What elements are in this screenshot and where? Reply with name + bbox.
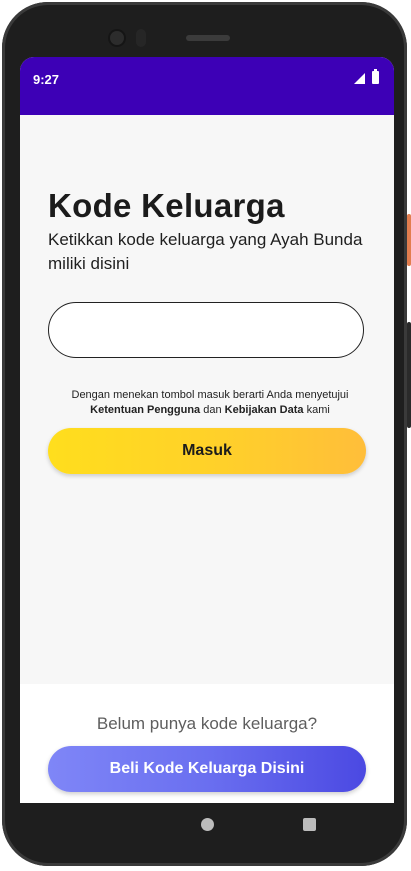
volume-button [407,322,411,428]
home-icon[interactable] [201,818,214,831]
sensor-icon [136,29,146,47]
terms-connector: dan [203,404,222,416]
phone-frame: 9:27 Kode Keluarga Ketikkan kode keluarg… [2,2,407,866]
front-camera-icon [110,31,124,45]
power-button [407,214,411,266]
terms-prefix: Dengan menekan tombol masuk berarti Anda… [71,389,349,401]
page-title: Kode Keluarga [48,187,285,224]
battery-icon [372,69,379,84]
status-bar: 9:27 [20,57,394,115]
earpiece-speaker [186,35,230,41]
signal-icon [354,73,365,84]
app-screen: 9:27 Kode Keluarga Ketikkan kode keluarg… [20,57,394,803]
terms-notice: Dengan menekan tombol masuk berarti Anda… [50,388,370,418]
login-button[interactable]: Masuk [48,428,366,474]
navigation-bar [20,803,394,847]
no-code-question: Belum punya kode keluarga? [96,714,318,733]
status-time: 9:27 [33,72,60,87]
recents-icon[interactable] [303,818,316,831]
bottom-panel: Belum punya kode keluarga? Beli Kode Kel… [20,684,394,803]
family-code-input[interactable] [48,302,364,358]
privacy-policy-link[interactable]: Kebijakan Data [225,404,304,416]
buy-family-code-button[interactable]: Beli Kode Keluarga Disini [48,746,366,792]
page-subtitle: Ketikkan kode keluarga yang Ayah Bunda m… [48,230,363,273]
terms-of-use-link[interactable]: Ketentuan Pengguna [90,404,200,416]
terms-suffix: kami [306,404,330,416]
